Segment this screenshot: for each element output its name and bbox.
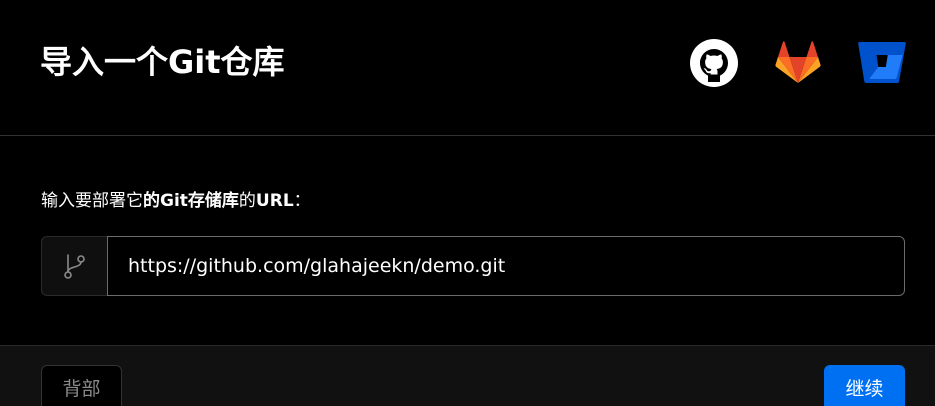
prompt-suffix: ： xyxy=(293,191,311,211)
repo-url-field xyxy=(41,236,905,296)
gitlab-icon xyxy=(775,41,821,83)
form-body: 输入要部署它的Git存储库的URL： xyxy=(0,137,935,345)
prompt-bold-repo: 的Git存储库 xyxy=(143,191,239,211)
page-title: 导入一个Git仓库 xyxy=(40,43,285,81)
bitbucket-icon xyxy=(858,42,906,83)
continue-button[interactable]: 继续 xyxy=(824,365,905,406)
gitlab-button[interactable] xyxy=(773,38,823,88)
bitbucket-button[interactable] xyxy=(857,38,907,88)
github-icon xyxy=(690,39,738,87)
github-button[interactable] xyxy=(689,38,739,88)
git-branch-icon xyxy=(63,254,85,279)
back-button[interactable]: 背部 xyxy=(41,365,122,406)
prompt-prefix: 输入要部署它 xyxy=(41,191,143,211)
url-prefix-box xyxy=(41,236,107,296)
footer: 背部 继续 xyxy=(0,345,935,406)
prompt-middle: 的 xyxy=(238,191,256,211)
url-prompt-label: 输入要部署它的Git存储库的URL： xyxy=(41,189,311,213)
prompt-bold-url: URL xyxy=(255,191,294,211)
git-provider-list xyxy=(689,38,907,88)
header: 导入一个Git仓库 xyxy=(0,0,935,136)
import-git-repo-page: 导入一个Git仓库 输入要部署它的Git存储库的URL： https://git… xyxy=(0,0,935,406)
repo-url-input[interactable] xyxy=(107,236,905,296)
